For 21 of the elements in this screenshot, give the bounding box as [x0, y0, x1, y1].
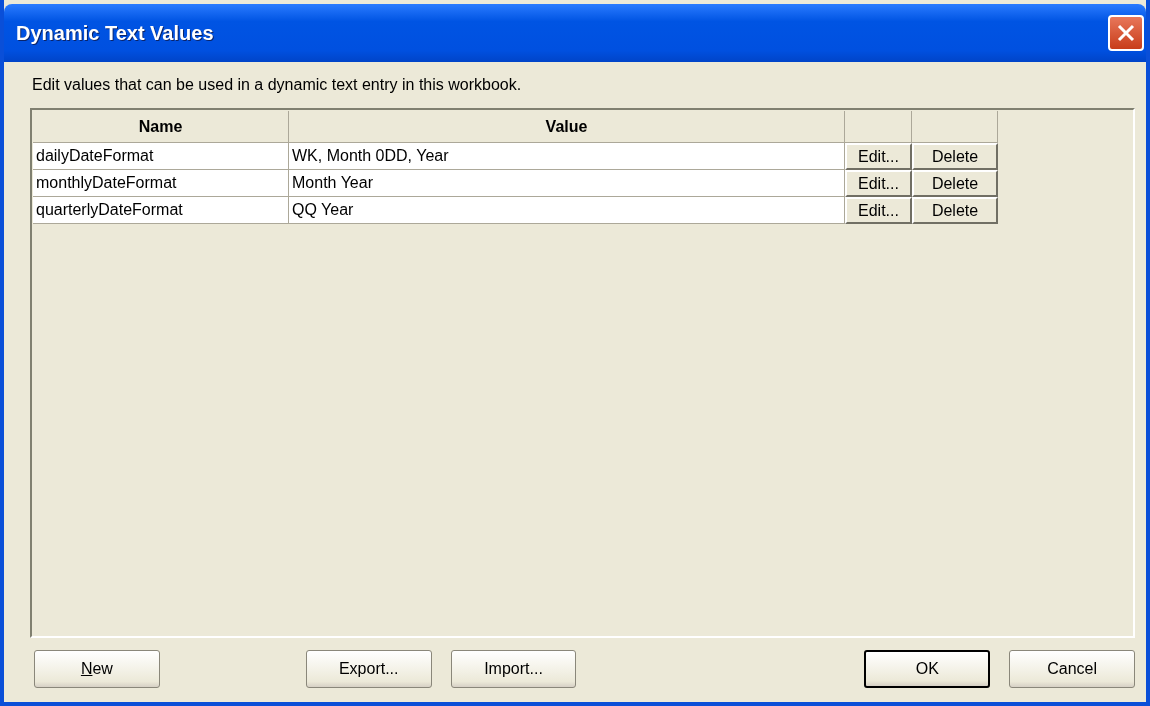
edit-button[interactable]: Edit...: [845, 143, 912, 170]
delete-button[interactable]: Delete: [912, 143, 998, 170]
table-cell: monthlyDateFormat: [33, 170, 289, 197]
dialog-button[interactable]: New: [34, 650, 160, 688]
edit-button[interactable]: Edit...: [845, 170, 912, 197]
dialog-button[interactable]: Import...: [450, 650, 577, 688]
table-cell: QQ Year: [289, 197, 845, 224]
table-cell: quarterlyDateFormat: [33, 197, 289, 224]
close-icon: [1116, 23, 1136, 43]
delete-button[interactable]: Delete: [912, 197, 998, 224]
edit-button[interactable]: Edit...: [845, 197, 912, 224]
dialog-button[interactable]: OK: [864, 650, 991, 688]
window-title: Dynamic Text Values: [16, 21, 214, 45]
table-cell: WK, Month 0DD, Year: [289, 143, 845, 170]
close-button[interactable]: [1108, 15, 1144, 51]
table-cell: dailyDateFormat: [33, 143, 289, 170]
table-cell: Month Year: [289, 170, 845, 197]
description-text: Edit values that can be used in a dynamic text entry in this workbook.: [32, 76, 523, 94]
delete-button[interactable]: Delete: [912, 170, 998, 197]
dialog-button[interactable]: Export...: [305, 650, 432, 688]
dialog-button[interactable]: Cancel: [1009, 650, 1135, 688]
